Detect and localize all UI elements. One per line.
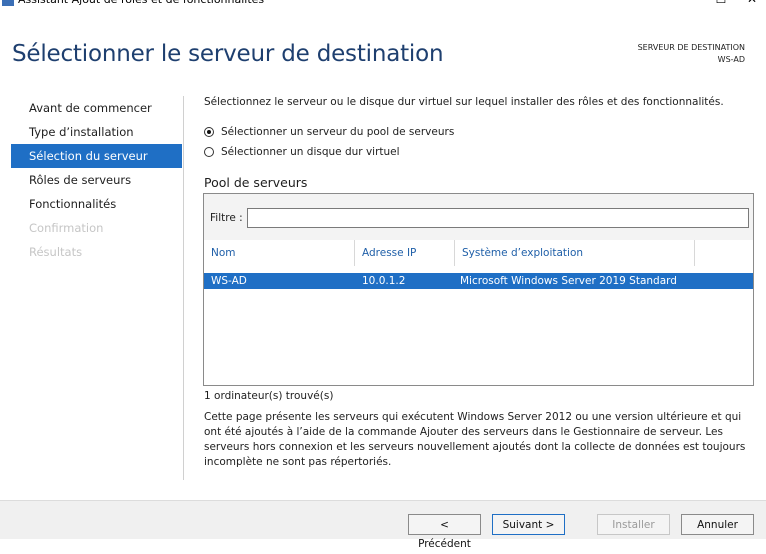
option-virtual-disk[interactable]: Sélectionner un disque dur virtuel xyxy=(204,145,400,161)
table-row[interactable]: WS-AD 10.0.1.2 Microsoft Windows Server … xyxy=(204,273,753,289)
option-virtual-disk-label: Sélectionner un disque dur virtuel xyxy=(221,146,400,158)
next-button[interactable]: Suivant > xyxy=(492,514,565,535)
column-header-os[interactable]: Système d’exploitation xyxy=(455,240,695,266)
server-pool-heading: Pool de serveurs xyxy=(204,175,308,190)
maximize-button[interactable]: ☐ xyxy=(706,0,736,8)
nav-item-fonctionnalites[interactable]: Fonctionnalités xyxy=(11,192,182,216)
column-header-name[interactable]: Nom xyxy=(204,240,355,266)
radio-selected-icon[interactable] xyxy=(204,127,214,137)
wizard-nav: Avant de commencer Type d’installation S… xyxy=(11,96,182,264)
destination-label: SERVEUR DE DESTINATION xyxy=(637,43,745,52)
row-os-cell: Microsoft Windows Server 2019 Standard xyxy=(460,275,677,287)
nav-item-avant-de-commencer[interactable]: Avant de commencer xyxy=(11,96,182,120)
intro-text: Sélectionnez le serveur ou le disque dur… xyxy=(204,96,724,108)
description-text: Cette page présente les serveurs qui exé… xyxy=(204,411,746,468)
destination-server-info: SERVEUR DE DESTINATION WS-AD xyxy=(638,42,745,66)
nav-item-type-installation[interactable]: Type d’installation xyxy=(11,120,182,144)
found-count: 1 ordinateur(s) trouvé(s) xyxy=(204,390,334,402)
cancel-button[interactable]: Annuler xyxy=(681,514,754,535)
row-name-cell: WS-AD xyxy=(211,275,247,287)
nav-item-resultats: Résultats xyxy=(29,245,83,259)
radio-unselected-icon[interactable] xyxy=(204,147,214,157)
filter-area: Filtre : xyxy=(204,194,753,240)
column-header-ip[interactable]: Adresse IP xyxy=(355,240,455,266)
app-icon xyxy=(2,0,14,6)
server-pool-panel: Filtre : Nom Adresse IP Système d’exploi… xyxy=(203,193,754,386)
install-button: Installer xyxy=(597,514,670,535)
option-server-pool[interactable]: Sélectionner un serveur du pool de serve… xyxy=(204,125,454,141)
window-title: Assistant Ajout de rôles et de fonctionn… xyxy=(18,0,264,8)
filter-label: Filtre : xyxy=(210,212,243,224)
nav-item-confirmation: Confirmation xyxy=(29,221,104,235)
minimize-button[interactable]: — xyxy=(672,0,702,8)
title-bar: Assistant Ajout de rôles et de fonctionn… xyxy=(0,0,766,8)
nav-divider xyxy=(183,96,184,480)
wizard-footer: < Précédent Suivant > Installer Annuler xyxy=(0,500,766,550)
nav-item-selection-serveur[interactable]: Sélection du serveur xyxy=(11,144,182,168)
row-ip-cell: 10.0.1.2 xyxy=(362,275,406,287)
page-title: Sélectionner le serveur de destination xyxy=(12,41,444,67)
close-button[interactable]: ✕ xyxy=(737,0,766,8)
filter-input[interactable] xyxy=(247,208,749,228)
option-server-pool-label: Sélectionner un serveur du pool de serve… xyxy=(221,126,455,138)
nav-item-roles-serveurs[interactable]: Rôles de serveurs xyxy=(11,168,182,192)
previous-button[interactable]: < Précédent xyxy=(408,514,481,550)
destination-value: WS-AD xyxy=(717,55,745,64)
